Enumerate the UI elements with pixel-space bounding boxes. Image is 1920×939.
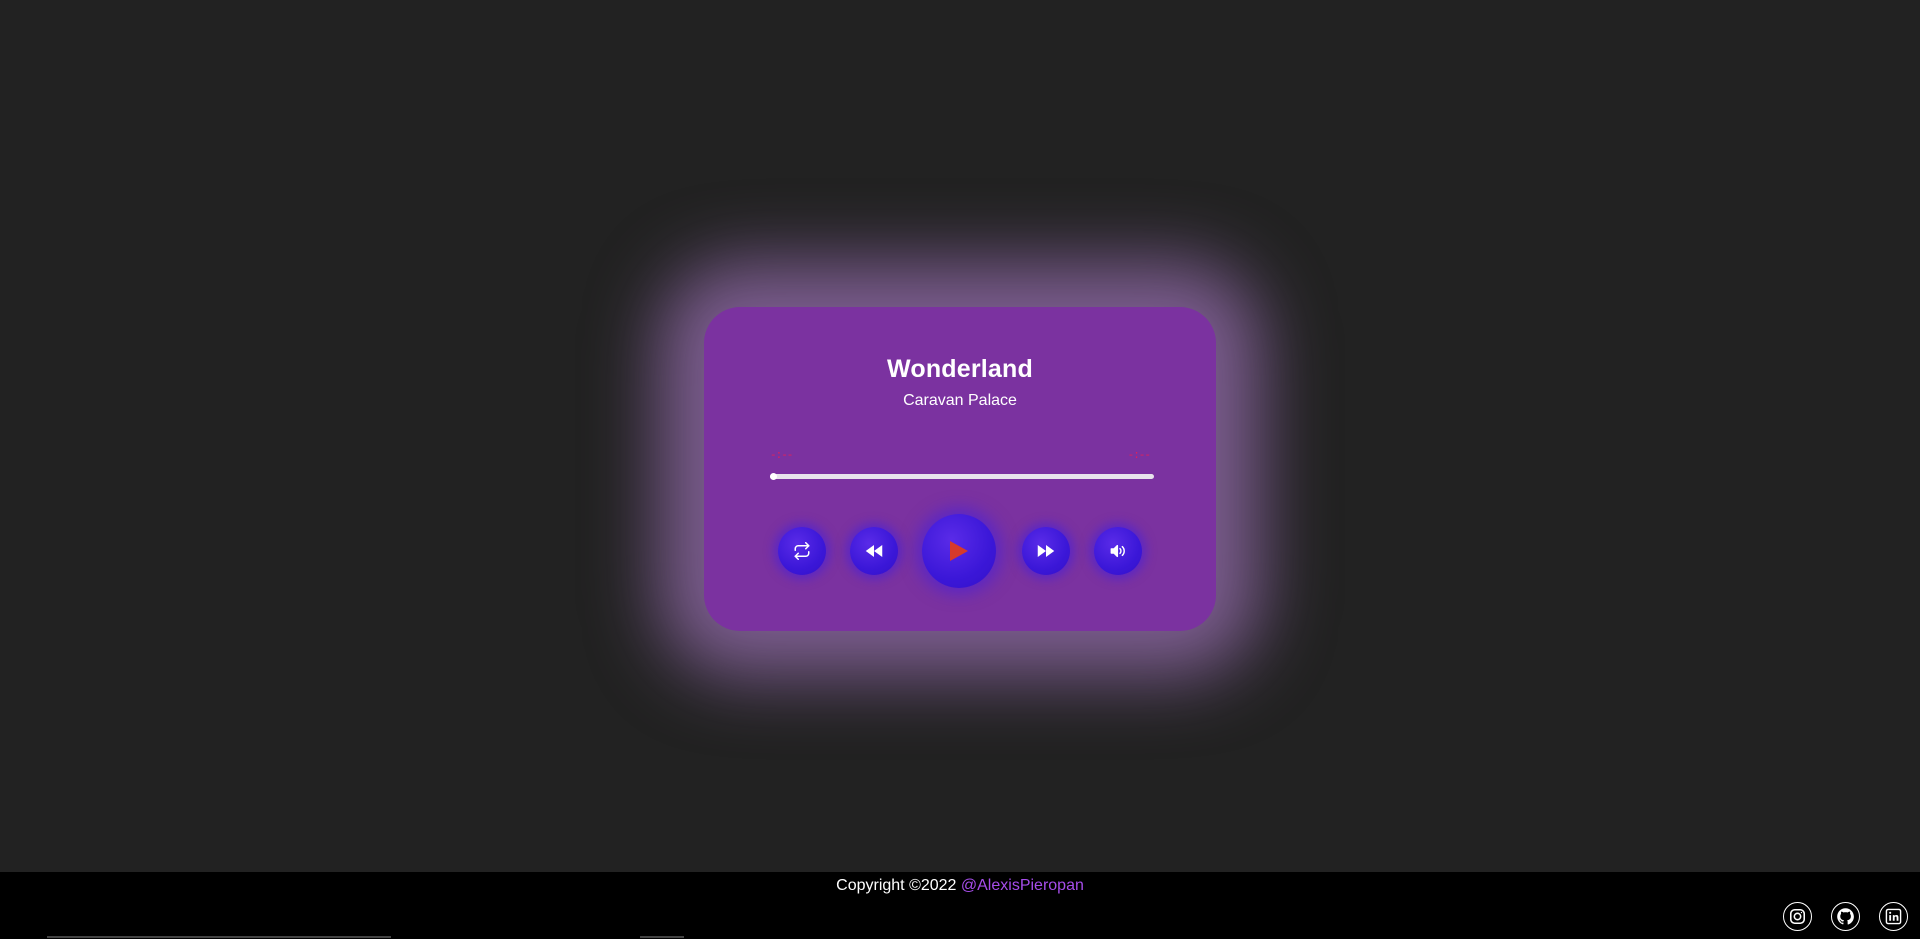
volume-button[interactable] bbox=[1094, 527, 1142, 575]
progress-knob[interactable] bbox=[770, 473, 777, 480]
play-icon bbox=[950, 541, 968, 561]
github-icon bbox=[1837, 908, 1854, 925]
footer: Copyright ©2022 @AlexisPieropan bbox=[0, 872, 1920, 939]
playback-controls bbox=[704, 507, 1216, 591]
repeat-icon bbox=[794, 542, 810, 560]
linkedin-icon bbox=[1885, 908, 1902, 925]
volume-icon bbox=[1110, 544, 1125, 558]
copyright-text: Copyright ©2022 bbox=[836, 877, 961, 894]
github-link[interactable] bbox=[1831, 902, 1860, 931]
author-handle-link[interactable]: @AlexisPieropan bbox=[961, 877, 1084, 894]
track-title: Wonderland bbox=[887, 355, 1033, 383]
current-time: -:-- bbox=[770, 450, 793, 462]
scroll-indicator bbox=[640, 936, 684, 938]
social-links bbox=[1783, 902, 1908, 931]
instagram-icon bbox=[1789, 908, 1806, 925]
copyright-line: Copyright ©2022 @AlexisPieropan bbox=[0, 877, 1920, 895]
track-artist: Caravan Palace bbox=[903, 392, 1017, 409]
music-player-card: Wonderland Caravan Palace -:-- -:-- bbox=[704, 307, 1216, 631]
page-background: Wonderland Caravan Palace -:-- -:-- bbox=[0, 0, 1920, 872]
fast-forward-icon bbox=[1037, 545, 1055, 557]
progress-bar[interactable] bbox=[770, 473, 1154, 480]
scroll-indicator bbox=[47, 936, 391, 938]
rewind-button[interactable] bbox=[850, 527, 898, 575]
linkedin-link[interactable] bbox=[1879, 902, 1908, 931]
duration-time: -:-- bbox=[1127, 450, 1151, 462]
rewind-icon bbox=[865, 545, 883, 557]
fast-forward-button[interactable] bbox=[1022, 527, 1070, 575]
play-button[interactable] bbox=[922, 514, 996, 588]
repeat-button[interactable] bbox=[778, 527, 826, 575]
instagram-link[interactable] bbox=[1783, 902, 1812, 931]
